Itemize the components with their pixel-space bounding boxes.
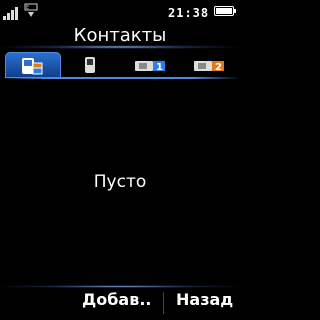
softkey-add[interactable]: Добав.. xyxy=(82,290,152,309)
network-edge-icon: E xyxy=(24,3,38,21)
battery-icon xyxy=(214,6,236,16)
svg-text:E: E xyxy=(26,5,29,11)
tab-phone-memory[interactable] xyxy=(63,52,119,78)
softkey-divider xyxy=(0,285,240,288)
softkey-separator xyxy=(163,292,164,314)
sim1-icon: 1 xyxy=(135,61,165,72)
page-title: Контакты xyxy=(73,25,167,46)
phonebook-all-icon xyxy=(22,58,43,75)
phone-memory-icon xyxy=(85,57,95,73)
tab-all-contacts[interactable] xyxy=(5,52,61,78)
tab-sim1[interactable]: 1 xyxy=(122,52,178,78)
tab-bar: 1 2 xyxy=(0,52,240,78)
clock: 21:38 xyxy=(168,6,210,20)
title-divider xyxy=(0,45,240,49)
tab-underline xyxy=(0,77,240,79)
sim1-label: 1 xyxy=(156,62,163,72)
sim2-icon: 2 xyxy=(194,61,224,72)
tab-sim2[interactable]: 2 xyxy=(181,52,237,78)
empty-state-text: Пусто xyxy=(93,172,147,192)
signal-strength-icon xyxy=(3,4,21,20)
softkey-back[interactable]: Назад xyxy=(176,290,233,309)
sim2-label: 2 xyxy=(215,62,222,72)
status-bar: E 21:38 xyxy=(0,0,240,22)
